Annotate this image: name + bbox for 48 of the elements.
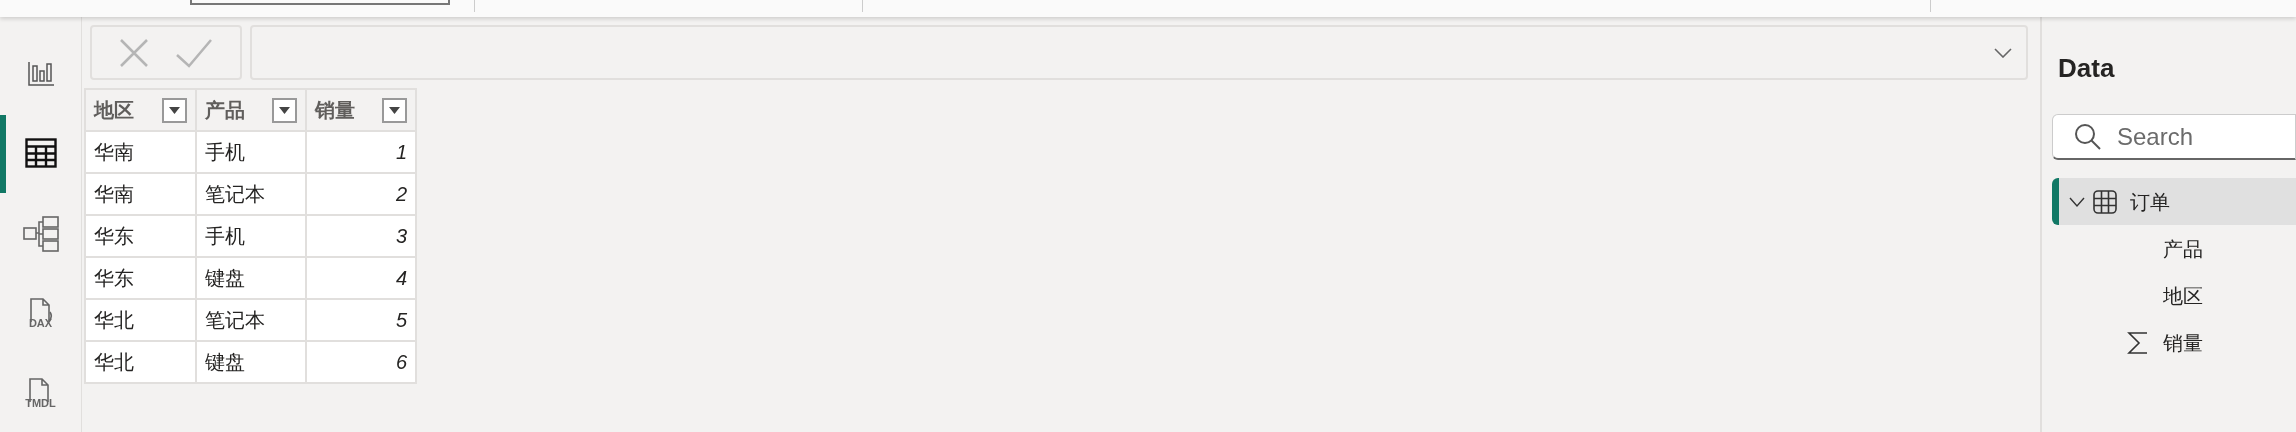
field-name[interactable]: 地区 bbox=[2163, 280, 2203, 311]
table-cell: 笔记本 bbox=[196, 299, 306, 341]
column-title: 地区 bbox=[94, 98, 134, 123]
column-title: 产品 bbox=[205, 98, 245, 123]
table-cell: 4 bbox=[306, 257, 416, 299]
formula-field[interactable] bbox=[250, 25, 2028, 80]
search-field[interactable]: Search bbox=[2052, 114, 2296, 160]
table-cell: 2 bbox=[306, 173, 416, 215]
nav-button[interactable]: TMDL bbox=[25, 378, 56, 410]
table-icon bbox=[24, 138, 57, 169]
bar-chart-icon bbox=[27, 60, 54, 87]
table-cell: 手机 bbox=[196, 131, 306, 173]
column-title: 销量 bbox=[315, 98, 355, 123]
table-cell: 键盘 bbox=[196, 341, 306, 383]
chevron-down-icon[interactable] bbox=[1994, 47, 2012, 58]
table-name: 订单 bbox=[2130, 189, 2170, 215]
sigma-icon bbox=[2127, 330, 2149, 355]
nav-label: DAX bbox=[28, 318, 53, 330]
table-cell: 华东 bbox=[85, 257, 196, 299]
filter-button[interactable] bbox=[162, 97, 187, 123]
filter-button[interactable] bbox=[382, 97, 407, 123]
table-cell: 3 bbox=[306, 215, 416, 257]
table-cell: 华北 bbox=[85, 299, 196, 341]
table-cell: 华北 bbox=[85, 341, 196, 383]
caret-down-icon bbox=[389, 106, 400, 114]
table-cell: 1 bbox=[306, 131, 416, 173]
check-icon[interactable] bbox=[175, 37, 213, 68]
table-cell: 5 bbox=[306, 299, 416, 341]
table-cell: 笔记本 bbox=[196, 173, 306, 215]
nav-label: TMDL bbox=[25, 398, 56, 410]
nav-button[interactable]: DAX bbox=[27, 298, 54, 330]
nav-button[interactable] bbox=[24, 138, 57, 169]
table-cell: 华南 bbox=[85, 173, 196, 215]
table-cell: 手机 bbox=[196, 215, 306, 257]
search-icon bbox=[2074, 123, 2102, 151]
caret-down-icon bbox=[279, 106, 290, 114]
model-icon bbox=[22, 215, 59, 252]
pane-title: Data bbox=[2058, 52, 2116, 85]
table-cell: 华东 bbox=[85, 215, 196, 257]
table-cell: 6 bbox=[306, 341, 416, 383]
caret-down-icon bbox=[169, 106, 180, 114]
field-name[interactable]: 销量 bbox=[2163, 327, 2203, 358]
table-icon bbox=[2093, 189, 2117, 214]
field-name[interactable]: 产品 bbox=[2163, 233, 2203, 264]
table-tree-item[interactable]: 订单 bbox=[2052, 178, 2296, 225]
filter-button[interactable] bbox=[272, 97, 297, 123]
table-cell: 键盘 bbox=[196, 257, 306, 299]
table-cell: 华南 bbox=[85, 131, 196, 173]
